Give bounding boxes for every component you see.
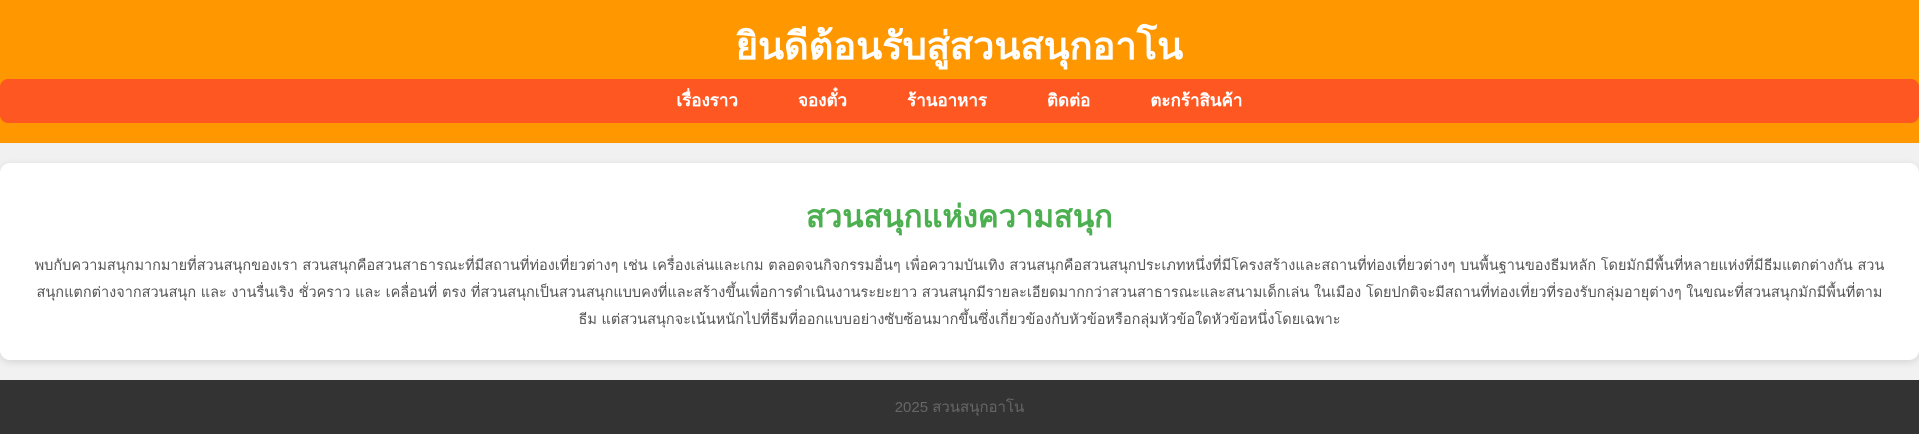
section-body: พบกับความสนุกมากมายที่สวนสนุกของเรา สวนส… [34, 258, 1885, 328]
section-title: สวนสนุกแห่งความสนุก [806, 199, 1113, 235]
footer-text: 2025 สวนสนุกอาโน [894, 399, 1025, 416]
main-nav: เรื่องราว จองตั๋ว ร้านอาหาร ติดต่อ ตะกร้… [0, 79, 1919, 123]
site-footer: 2025 สวนสนุกอาโน [0, 380, 1919, 434]
content-card: สวนสนุกแห่งความสนุก พบกับความสนุกมากมายท… [0, 163, 1919, 360]
nav-link-tickets[interactable]: จองตั๋ว [768, 79, 877, 123]
nav-link-restaurant[interactable]: ร้านอาหาร [877, 79, 1017, 123]
nav-link-story[interactable]: เรื่องราว [646, 79, 768, 123]
nav-link-contact[interactable]: ติดต่อ [1017, 79, 1120, 123]
site-title: ยินดีต้อนรับสู่สวนสนุกอาโน [735, 24, 1184, 68]
nav-link-cart[interactable]: ตะกร้าสินค้า [1120, 79, 1272, 123]
site-header: ยินดีต้อนรับสู่สวนสนุกอาโน เรื่องราว จอง… [0, 0, 1919, 143]
